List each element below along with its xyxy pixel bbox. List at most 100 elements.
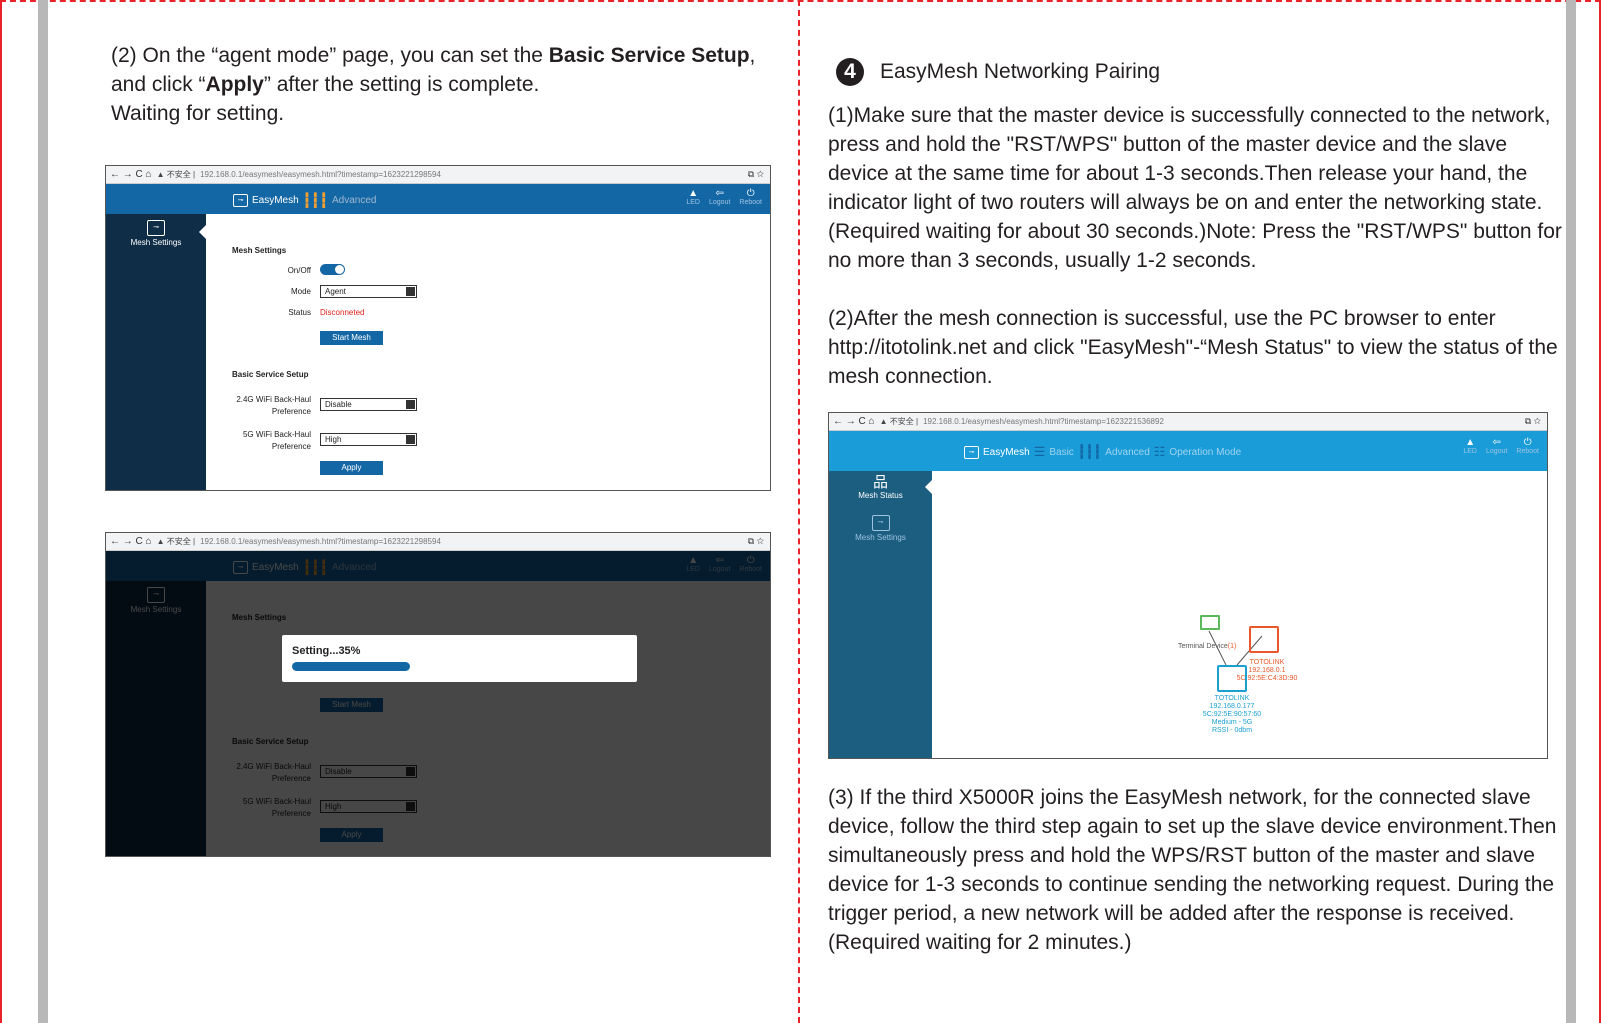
start-mesh-button[interactable]: Start Mesh: [320, 331, 383, 345]
apply-button[interactable]: Apply: [320, 461, 383, 475]
slave-rssi: RSSI - 0dbm: [1211, 727, 1253, 734]
status-value: Disconneted: [320, 308, 365, 317]
sidebar-item-mesh-settings[interactable]: ⊸ Mesh Settings: [106, 220, 206, 247]
setting-progress-text: Setting...35%: [292, 645, 361, 657]
setting-progress-bar: [292, 662, 410, 671]
advanced-icon: ┇┇┇: [1077, 444, 1102, 459]
browser-address-bar: ← → C ⌂ ▲ 不安全 | 192.168.0.1/easymesh/eas…: [829, 413, 1547, 431]
url-text[interactable]: 192.168.0.1/easymesh/easymesh.html?times…: [200, 537, 441, 546]
reboot-label: Reboot: [1516, 448, 1539, 455]
led-icon: ▲: [1465, 437, 1476, 448]
logout-icon: ⇦: [1492, 437, 1501, 448]
logout-button[interactable]: ⇦ Logout: [1486, 437, 1507, 455]
mesh-toggle[interactable]: [320, 264, 345, 275]
step-number-badge: 4: [836, 58, 864, 86]
menu-advanced[interactable]: Advanced: [1105, 447, 1149, 458]
menu-easymesh[interactable]: EasyMesh: [983, 447, 1030, 458]
master-router-icon[interactable]: [1249, 626, 1279, 653]
router-body: ⊸ Mesh Settings Mesh Settings On/Off Mod…: [106, 214, 770, 490]
center-dashed-divider: [798, 0, 800, 1023]
logout-button[interactable]: ⇦ Logout: [709, 188, 730, 206]
browser-nav-icons[interactable]: ← → C ⌂: [110, 169, 152, 180]
slave-router-label: TOTOLINK 192.168.0.177 5C:92:5E:90:57:60…: [1197, 695, 1267, 735]
easymesh-icon: ⊸: [964, 445, 979, 459]
pairing-paragraph-3: (3) If the third X5000R joins the EasyMe…: [828, 786, 1557, 954]
reboot-button[interactable]: ⏻ Reboot: [1516, 437, 1539, 455]
intro-text: (2) On the “agent mode” page, you can se…: [111, 44, 549, 67]
pairing-paragraph-1: (1)Make sure that the master device is s…: [828, 104, 1562, 272]
led-label: LED: [1463, 448, 1477, 455]
wifi5-select[interactable]: High: [320, 433, 417, 446]
router-body: 品 Mesh Status ⊸ Mesh Settings Terminal D…: [829, 471, 1547, 758]
wifi24-label-line1: 2.4G WiFi Back-Haul: [236, 395, 311, 404]
agent-mode-intro: (2) On the “agent mode” page, you can se…: [111, 41, 771, 128]
url-text[interactable]: 192.168.0.1/easymesh/easymesh.html?times…: [923, 417, 1164, 426]
mesh-settings-heading: Mesh Settings: [232, 246, 287, 255]
top-menu: ⊸ EasyMesh ☰ Basic ┇┇┇ Advanced ☷ Operat…: [964, 444, 1241, 460]
onoff-label: On/Off: [287, 266, 311, 275]
slave-router-icon[interactable]: [1217, 665, 1247, 692]
mesh-settings-panel: Mesh Settings On/Off Mode Agent Status D…: [206, 214, 770, 490]
mesh-settings-icon: ⊸: [147, 220, 165, 236]
slave-name: TOTOLINK: [1214, 695, 1250, 702]
mode-label: Mode: [290, 287, 311, 296]
router-sidebar: 品 Mesh Status ⊸ Mesh Settings: [829, 471, 933, 758]
url-text[interactable]: 192.168.0.1/easymesh/easymesh.html?times…: [200, 170, 441, 179]
dashed-frame-top: [0, 0, 1601, 2]
browser-nav-icons[interactable]: ← → C ⌂: [110, 536, 152, 547]
mesh-status-icon: 品: [872, 474, 888, 491]
sidebar-item-label: Mesh Settings: [130, 238, 182, 247]
wifi5-label-line2: Preference: [271, 442, 311, 451]
browser-address-bar: ← → C ⌂ ▲ 不安全 | 192.168.0.1/easymesh/eas…: [106, 166, 770, 184]
insecure-label: ▲ 不安全 |: [879, 417, 919, 426]
terminal-device-text: Terminal Device: [1178, 643, 1228, 650]
insecure-label: ▲ 不安全 |: [156, 537, 196, 546]
sidebar-item-mesh-settings[interactable]: ⊸ Mesh Settings: [829, 515, 932, 542]
router-sidebar: ⊸ Mesh Settings: [106, 214, 207, 490]
browser-tail-icons[interactable]: ⧉ ☆: [748, 536, 770, 547]
reboot-button[interactable]: ⏻ Reboot: [739, 188, 762, 206]
wifi24-select[interactable]: Disable: [320, 398, 417, 411]
easymesh-label: EasyMesh: [252, 195, 299, 206]
slave-mac: 5C:92:5E:90:57:60: [1202, 711, 1262, 718]
wifi5-label: 5G WiFi Back-Haul Preference: [216, 429, 311, 453]
intro-text: ” after the setting is complete.: [263, 73, 540, 96]
advanced-label[interactable]: Advanced: [332, 195, 376, 206]
terminal-device-label: Terminal Device(1): [1178, 643, 1236, 651]
easymesh-menu[interactable]: ⊸ EasyMesh ┇┇┇ Advanced: [233, 192, 376, 209]
wifi5-label-line1: 5G WiFi Back-Haul: [242, 430, 311, 439]
power-icon: ⏻: [1523, 437, 1532, 448]
pairing-paragraph-2: (2)After the mesh connection is successf…: [828, 307, 1558, 388]
setting-progress-dialog: Setting...35%: [282, 635, 637, 682]
browser-nav-icons[interactable]: ← → C ⌂: [833, 416, 875, 427]
easymesh-icon: ⊸: [233, 194, 248, 207]
step-title: EasyMesh Networking Pairing: [880, 60, 1161, 83]
slave-link: Medium - 5G: [1211, 719, 1253, 726]
browser-tail-icons[interactable]: ⧉ ☆: [1525, 416, 1547, 427]
sidebar-item-mesh-status[interactable]: 品 Mesh Status: [829, 474, 932, 501]
mesh-settings-icon: ⊸: [871, 515, 890, 531]
frame-left-edge: [0, 0, 2, 1023]
modal-overlay: [106, 551, 770, 856]
led-button[interactable]: ▲ LED: [1463, 437, 1477, 455]
router-top-bar: ⊸ EasyMesh ☰ Basic ┇┇┇ Advanced ☷ Operat…: [829, 431, 1547, 471]
setting-progress-screenshot: ← → C ⌂ ▲ 不安全 | 192.168.0.1/easymesh/eas…: [105, 532, 771, 857]
browser-tail-icons[interactable]: ⧉ ☆: [748, 169, 770, 180]
insecure-label: ▲ 不安全 |: [156, 170, 196, 179]
led-button[interactable]: ▲ LED: [686, 188, 700, 206]
intro-bold-basic-service: Basic Service Setup: [548, 44, 750, 67]
menu-operation-mode[interactable]: Operation Mode: [1169, 447, 1241, 458]
basic-icon: ☰: [1033, 444, 1046, 459]
reboot-label: Reboot: [739, 199, 762, 206]
basic-service-heading: Basic Service Setup: [232, 370, 309, 379]
sidebar-item-label: Mesh Status: [858, 491, 903, 500]
mode-select[interactable]: Agent: [320, 285, 417, 298]
top-right-actions: ▲LED ⇦Logout ⏻Reboot: [1463, 437, 1539, 455]
menu-basic[interactable]: Basic: [1049, 447, 1073, 458]
top-right-actions: ▲LED ⇦Logout ⏻Reboot: [686, 188, 762, 206]
led-label: LED: [686, 199, 700, 206]
intro-waiting: Waiting for setting.: [111, 102, 285, 125]
status-label: Status: [288, 308, 311, 317]
operation-mode-icon: ☷: [1153, 444, 1166, 459]
terminal-device-icon[interactable]: [1200, 615, 1220, 630]
